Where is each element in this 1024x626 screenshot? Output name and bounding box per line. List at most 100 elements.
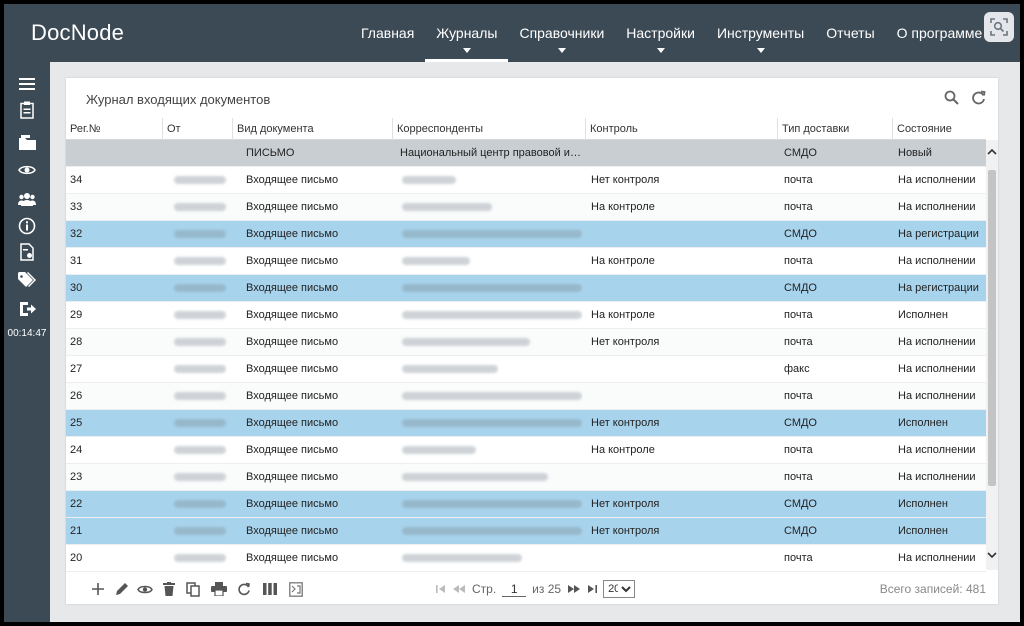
delete-button[interactable] [161,581,177,597]
column-header-correspondents[interactable]: Корреспонденты [392,118,585,140]
table-row[interactable]: 24 Входящее письмо На контроле почта На испо… [66,437,986,464]
table-row[interactable]: 26 Входящее письмо почта На исполнении [66,383,986,410]
refresh-icon[interactable] [971,90,986,105]
menu-icon[interactable] [17,74,37,94]
view-button[interactable] [137,581,153,597]
group-row[interactable]: ПИСЬМО Национальный центр правовой ин... С… [66,140,986,167]
table-row[interactable]: 20 Входящее письмо почта На исполнении [66,545,986,572]
last-page-icon[interactable] [587,584,598,594]
journal-panel: Журнал входящих документов Рег.№ От Вид … [66,78,998,604]
document-settings-icon[interactable] [17,242,37,262]
caret-down-icon [656,48,665,53]
table-row[interactable]: 29 Входящее письмо На контроле почта Исполне… [66,302,986,329]
cell-delivery: почта [784,552,813,564]
vertical-scrollbar[interactable] [986,140,998,570]
redacted-correspondent [402,419,582,428]
cell-correspondents [400,464,583,490]
cell-delivery: СМДО [784,417,817,429]
redacted-date [174,230,226,239]
cell-delivery: СМДО [784,147,817,159]
copy-button[interactable] [185,581,201,597]
table-row[interactable]: 21 Входящее письмо Нет контроля СМДО Исполне… [66,518,986,545]
redacted-correspondent [402,554,522,563]
nav-item-home[interactable]: Главная [350,4,425,62]
cell-kind: Входящее письмо [246,201,339,213]
scan-button[interactable] [984,12,1014,42]
eye-icon[interactable] [17,160,37,180]
scrollbar-thumb[interactable] [988,170,996,486]
table-row[interactable]: 23 Входящее письмо почта На исполнении [66,464,986,491]
folder-icon[interactable] [17,132,37,152]
nav-item-settings[interactable]: Настройки [615,4,706,62]
clipboard-icon[interactable] [17,100,37,120]
columns-button[interactable] [262,581,278,597]
cell-control [591,383,775,409]
nav-item-journals[interactable]: Журналы [425,4,509,62]
first-page-icon[interactable] [436,584,446,594]
scan-icon [990,18,1008,36]
scroll-up-icon[interactable] [987,148,997,155]
cell-kind: Входящее письмо [246,228,339,240]
scroll-down-icon[interactable] [987,552,997,559]
info-icon[interactable] [17,216,37,236]
cell-from [168,221,230,247]
cell-delivery: почта [784,471,813,483]
table-row[interactable]: 31 Входящее письмо На контроле почта На испо… [66,248,986,275]
add-button[interactable] [90,581,106,597]
nav-item-tools[interactable]: Инструменты [706,4,815,62]
panel-tools [944,90,986,105]
redacted-date [174,446,226,455]
next-page-icon[interactable] [567,584,581,594]
edit-button[interactable] [114,581,130,597]
nav-item-directories[interactable]: Справочники [508,4,615,62]
nav-item-label: О программе [896,25,983,41]
column-header-from[interactable]: От [162,118,232,140]
prev-page-icon[interactable] [452,584,466,594]
table-row[interactable]: 25 Входящее письмо Нет контроля СМДО Исполне… [66,410,986,437]
nav-item-about[interactable]: О программе [886,4,994,62]
cell-kind: Входящее письмо [246,255,339,267]
cell-correspondents [400,221,583,247]
edit-icon [116,583,128,595]
cell-kind: Входящее письмо [246,444,339,456]
column-header-kind[interactable]: Вид документа [232,118,392,140]
search-icon[interactable] [944,90,959,105]
cell-reg: 23 [70,471,83,483]
cell-delivery: СМДО [784,525,817,537]
column-header-reg[interactable]: Рег.№ [66,118,162,140]
cell-delivery: почта [784,255,813,267]
cell-from [168,410,230,436]
app-window: DocNode Главная Журналы Справочники Наст… [4,4,1020,622]
page-number-input[interactable] [502,581,527,597]
cell-from [168,518,230,544]
table-row[interactable]: 32 Входящее письмо СМДО На регистрации [66,221,986,248]
cell-kind: Входящее письмо [246,498,339,510]
table-row[interactable]: 27 Входящее письмо факс На исполнении [66,356,986,383]
page-count: из 25 [532,582,562,596]
app-title: DocNode [31,20,125,45]
grid-footer: Стр. из 25 20 Всего записей: 481 [66,574,998,604]
tags-icon[interactable] [17,270,37,290]
cell-control [591,356,775,382]
export-button[interactable] [288,581,304,597]
table-row[interactable]: 30 Входящее письмо СМДО На регистрации [66,275,986,302]
reload-button[interactable] [236,581,252,597]
users-icon[interactable] [17,189,37,209]
nav-item-label: Отчеты [826,25,875,41]
cell-delivery: СМДО [784,498,817,510]
table-row[interactable]: 34 Входящее письмо Нет контроля почта На исп… [66,167,986,194]
cell-correspondents [400,518,583,544]
column-header-control[interactable]: Контроль [585,118,777,140]
table-row[interactable]: 28 Входящее письмо Нет контроля почта На исп… [66,329,986,356]
table-row[interactable]: 33 Входящее письмо На контроле почта На испо… [66,194,986,221]
column-header-delivery[interactable]: Тип доставки [777,118,892,140]
cell-correspondents [400,356,583,382]
nav-item-reports[interactable]: Отчеты [815,4,885,62]
page-size-select[interactable]: 20 [603,580,636,598]
cell-correspondents [400,302,583,328]
print-button[interactable] [211,581,227,597]
redacted-date [174,311,226,320]
column-header-state[interactable]: Состояние [892,118,986,140]
logout-icon[interactable] [17,299,37,319]
table-row[interactable]: 22 Входящее письмо Нет контроля СМДО Исполне… [66,491,986,518]
